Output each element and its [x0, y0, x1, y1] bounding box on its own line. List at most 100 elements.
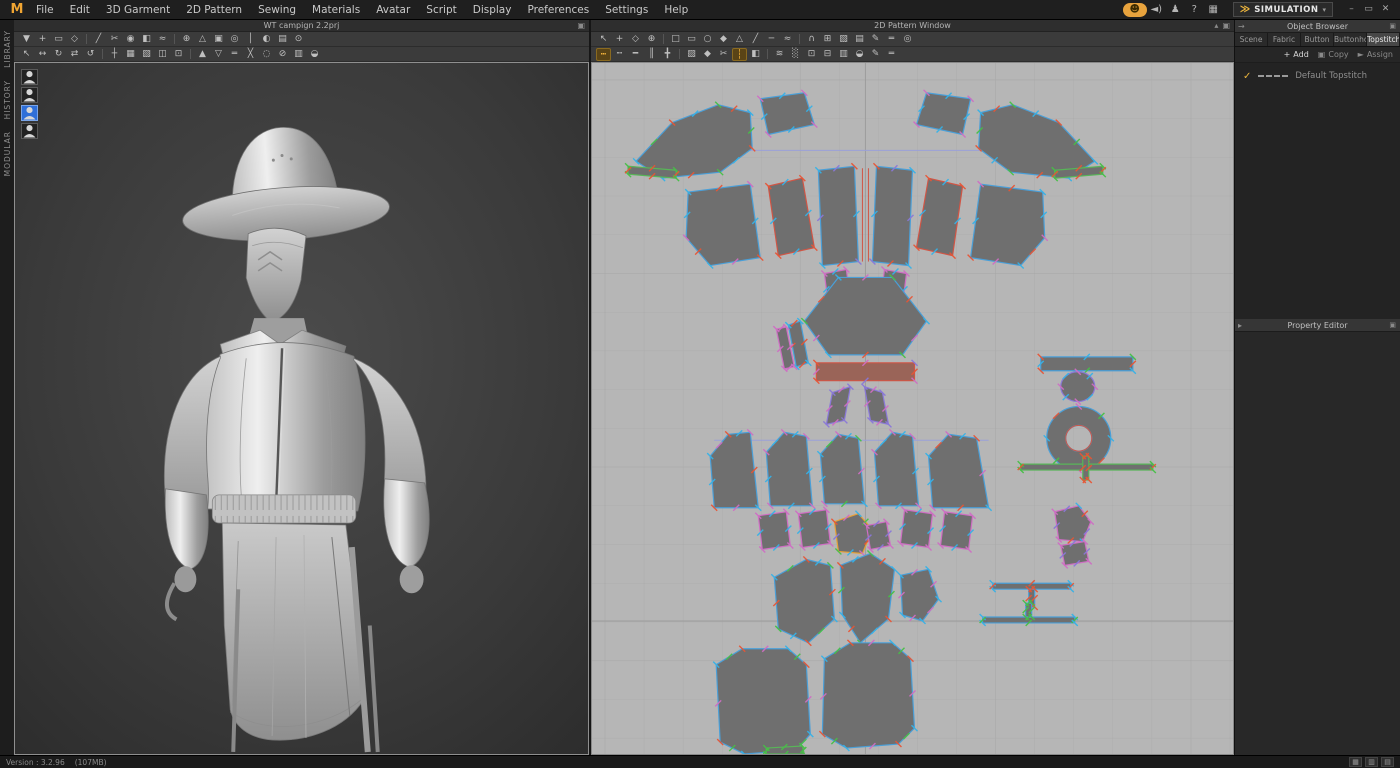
close-button[interactable]: ✕: [1377, 2, 1394, 17]
help-icon[interactable]: ?: [1185, 2, 1204, 17]
user-account-icon[interactable]: ♟: [1166, 2, 1185, 17]
list-view-icon[interactable]: ▤: [1381, 757, 1394, 767]
grid-view-tool[interactable]: ▤: [275, 33, 290, 46]
segment-topstitch-tool[interactable]: ┆: [732, 48, 747, 61]
menu-file[interactable]: File: [28, 0, 62, 20]
sound-icon[interactable]: ◄): [1147, 2, 1166, 17]
minimize-button[interactable]: –: [1343, 2, 1360, 17]
menu-sewing[interactable]: Sewing: [250, 0, 304, 20]
internal-line-tool[interactable]: ╱: [748, 33, 763, 46]
medium-thumbnail-view-icon[interactable]: ▥: [1365, 757, 1378, 767]
show-xray-joints-toggle[interactable]: [21, 123, 38, 139]
wind-tool[interactable]: ≈: [155, 33, 170, 46]
tab-buttonhole[interactable]: Buttonhole: [1334, 33, 1367, 46]
pan-tool[interactable]: ↔: [35, 48, 50, 61]
select-lasso-tool[interactable]: ◇: [67, 33, 82, 46]
support-chat-icon[interactable]: ☻: [1123, 3, 1147, 17]
circle-tool[interactable]: ○: [700, 33, 715, 46]
dock-tab-history[interactable]: HISTORY: [3, 80, 12, 119]
edit-pattern-tool[interactable]: +: [612, 33, 627, 46]
simulate-tool[interactable]: ▼: [19, 33, 34, 46]
menu-2d-pattern[interactable]: 2D Pattern: [178, 0, 250, 20]
rotate-view-tool[interactable]: ↻: [51, 48, 66, 61]
measure-3d-tool[interactable]: ═: [227, 48, 242, 61]
dock-tab-modular[interactable]: MODULAR: [3, 131, 12, 176]
dart-2d-tool[interactable]: ◆: [700, 48, 715, 61]
2d-pattern-canvas[interactable]: [591, 62, 1234, 755]
half-tool[interactable]: ◒: [307, 48, 322, 61]
trace-tool[interactable]: ▧: [836, 33, 851, 46]
pattern-piece[interactable]: [1038, 354, 1136, 374]
base-line-tool[interactable]: ─: [764, 33, 779, 46]
weaken-tool[interactable]: ▽: [211, 48, 226, 61]
notch-tool[interactable]: ∩: [804, 33, 819, 46]
add-point-tool[interactable]: ⊕: [644, 33, 659, 46]
texture-view-tool[interactable]: ◐: [259, 33, 274, 46]
dock-arrow-icon[interactable]: →: [1238, 20, 1245, 33]
avatar-tape-tool[interactable]: △: [195, 33, 210, 46]
section-plane-tool[interactable]: │: [243, 33, 258, 46]
menu-materials[interactable]: Materials: [304, 0, 368, 20]
elastic-tool[interactable]: ▥: [836, 48, 851, 61]
menu-settings[interactable]: Settings: [597, 0, 656, 20]
select-box-tool[interactable]: ▭: [51, 33, 66, 46]
zipper-tool[interactable]: ╋: [660, 48, 675, 61]
show-bounding-volumes-toggle[interactable]: [21, 105, 38, 121]
menu-preferences[interactable]: Preferences: [519, 0, 597, 20]
buttonhole-tool[interactable]: ⊟: [820, 48, 835, 61]
annotation-tool[interactable]: ✎: [868, 33, 883, 46]
store-icon[interactable]: ▦: [1204, 2, 1223, 17]
pattern-piece[interactable]: [713, 646, 813, 754]
polygon-tool[interactable]: □: [668, 33, 683, 46]
float-window-icon[interactable]: ▣: [577, 20, 585, 32]
select-tool[interactable]: ↖: [19, 48, 34, 61]
pattern-piece[interactable]: [819, 640, 917, 751]
pattern-annotation-tool[interactable]: ✎: [868, 48, 883, 61]
pressure-tool[interactable]: ⊡: [171, 48, 186, 61]
add-button[interactable]: +Add: [1284, 50, 1309, 59]
simulation-mode-selector[interactable]: ≫ SIMULATION ▾: [1233, 2, 1333, 17]
fabric-fill-tool[interactable]: ▨: [684, 48, 699, 61]
3d-viewport[interactable]: [14, 62, 589, 755]
assign-button[interactable]: ►Assign: [1358, 50, 1393, 59]
maximize-button[interactable]: ▭: [1360, 2, 1377, 17]
hide-tool[interactable]: ⊘: [275, 48, 290, 61]
curve-tool[interactable]: ≈: [780, 33, 795, 46]
puckering-tool[interactable]: ≋: [772, 48, 787, 61]
edit-sewing-tool[interactable]: ✂: [107, 33, 122, 46]
transform-pattern-tool[interactable]: ↖: [596, 33, 611, 46]
panel-corner-icon[interactable]: ▣: [1389, 319, 1396, 332]
collapse-arrow-icon[interactable]: ▸: [1238, 319, 1242, 332]
measure-2d-tool[interactable]: ═: [884, 33, 899, 46]
float-window-icon[interactable]: ▣: [1222, 20, 1230, 32]
list-item[interactable]: ✓Default Topstitch: [1235, 67, 1400, 85]
cut-tool[interactable]: ✂: [716, 48, 731, 61]
menu-script[interactable]: Script: [418, 0, 464, 20]
dock-tab-library[interactable]: LIBRARY: [3, 30, 12, 68]
shade-tool[interactable]: ▥: [291, 48, 306, 61]
panel-corner-icon[interactable]: ▣: [1389, 20, 1396, 33]
pleat-tool[interactable]: ║: [644, 48, 659, 61]
pattern-piece[interactable]: [869, 163, 915, 268]
layer-tool[interactable]: ◫: [155, 48, 170, 61]
small-thumbnail-view-icon[interactable]: ▦: [1349, 757, 1362, 767]
seam-topstitch-tool[interactable]: ━: [628, 48, 643, 61]
button-tool[interactable]: ⊡: [804, 48, 819, 61]
tab-scene[interactable]: Scene: [1235, 33, 1268, 46]
scale-tool[interactable]: ⇄: [67, 48, 82, 61]
edit-topstitch-tool[interactable]: ┅: [596, 48, 611, 61]
flatten-tool[interactable]: ▣: [211, 33, 226, 46]
dart-tool[interactable]: ◆: [716, 33, 731, 46]
pen-3d-tool[interactable]: ╱: [91, 33, 106, 46]
gizmo-tool[interactable]: ⊕: [179, 33, 194, 46]
strengthen-tool[interactable]: ▲: [195, 48, 210, 61]
shrink-tool[interactable]: ◒: [852, 48, 867, 61]
pattern-piece[interactable]: [815, 163, 861, 268]
pin-tool[interactable]: ◉: [123, 33, 138, 46]
fold-arrangement-tool[interactable]: ◧: [139, 33, 154, 46]
zoom-tool[interactable]: ◎: [900, 33, 915, 46]
select-move-tool[interactable]: +: [35, 33, 50, 46]
texture-editor-tool[interactable]: ░: [788, 48, 803, 61]
menu-edit[interactable]: Edit: [62, 0, 98, 20]
grading-tool[interactable]: ▤: [852, 33, 867, 46]
